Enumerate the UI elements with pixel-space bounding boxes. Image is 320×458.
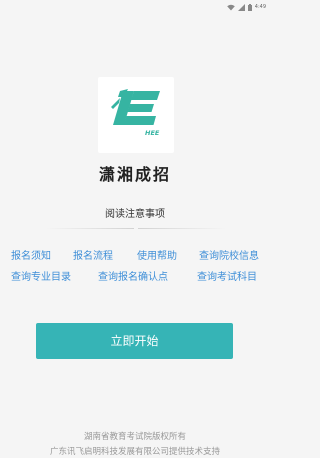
footer-copyright: 湖南省教育考试院版权所有: [83, 432, 186, 442]
logo-mark: [111, 89, 160, 125]
divider-right: [138, 228, 226, 229]
divider-left: [46, 228, 134, 229]
cellular-signal-icon: [237, 3, 245, 11]
link-query-school-info[interactable]: 查询院校信息: [199, 250, 259, 263]
status-time: 4:49: [254, 4, 266, 10]
footer-support: 广东讯飞启明科技发展有限公司提供技术支持: [49, 447, 220, 457]
wifi-icon: [226, 4, 235, 11]
link-registration-process[interactable]: 报名流程: [73, 250, 113, 263]
status-icons: 4:49: [226, 1, 266, 13]
logo-text: HEE: [145, 129, 160, 137]
notice-header: 阅读注意事项: [105, 209, 165, 220]
link-query-confirmation-point[interactable]: 查询报名确认点: [98, 271, 168, 284]
link-query-exam-subjects[interactable]: 查询考试科目: [197, 271, 257, 284]
app-title: 潇湘成招: [98, 165, 171, 184]
link-usage-help[interactable]: 使用帮助: [137, 250, 177, 263]
app-logo: HEE: [98, 77, 174, 153]
battery-icon: [247, 3, 252, 11]
link-registration-notice[interactable]: 报名须知: [11, 250, 51, 263]
link-query-major-catalog[interactable]: 查询专业目录: [11, 271, 71, 284]
start-button[interactable]: 立即开始: [36, 323, 233, 359]
status-bar: 4:49: [0, 0, 270, 14]
